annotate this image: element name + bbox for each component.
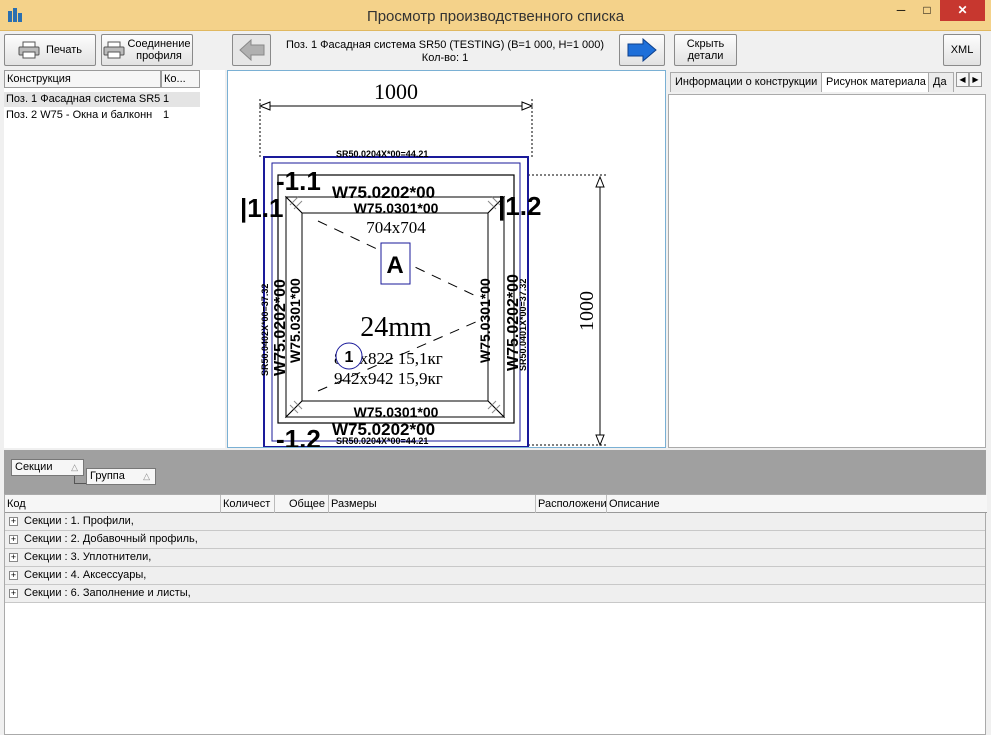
join-profile-label: Соединение профиля xyxy=(127,38,190,62)
expand-icon[interactable]: + xyxy=(9,571,18,580)
construction-name: Поз. 2 W75 - Окна и балконн xyxy=(6,109,153,121)
position-info: Поз. 1 Фасадная система SR50 (TESTING) (… xyxy=(278,39,612,65)
table-row[interactable]: + Секции : 3. Уплотнители, xyxy=(5,549,985,567)
window-drawing: 1000 1000 SR50.0204X*00=44.21 W75.0202*0… xyxy=(240,79,606,448)
list-item[interactable]: Поз. 1 Фасадная система SR5 1 xyxy=(4,92,200,107)
group-connector xyxy=(74,476,86,484)
column-construction[interactable]: Конструкция xyxy=(4,70,161,88)
list-item[interactable]: Поз. 2 W75 - Окна и балконн 1 xyxy=(4,108,200,123)
minimize-button[interactable]: ─ xyxy=(888,0,914,21)
width-dimension: 1000 xyxy=(374,79,418,104)
tab-construction-info[interactable]: Информации о конструкции xyxy=(670,72,822,92)
side-panel-content xyxy=(668,94,986,448)
top-outer-frame-code: SR50.0204X*00=44.21 xyxy=(336,149,428,159)
table-row[interactable]: + Секции : 6. Заполнение и листы, xyxy=(5,585,985,603)
label-top: -1.1 xyxy=(276,166,321,196)
construction-qty: 1 xyxy=(163,109,170,121)
column-quantity[interactable]: Количест xyxy=(221,495,275,513)
window-title: Просмотр производственного списка xyxy=(366,8,625,25)
bottom-outer-frame-code: SR50.0204X*00=44.21 xyxy=(336,436,428,446)
construction-name: Поз. 1 Фасадная система SR5 xyxy=(6,93,160,105)
table-row[interactable]: + Секции : 2. Добавочный профиль, xyxy=(5,531,985,549)
xml-button[interactable]: XML xyxy=(943,34,981,66)
join-profile-label-line1: Соединение xyxy=(127,38,191,50)
group-row-label: Секции : 4. Аксессуары, xyxy=(24,569,147,581)
column-description[interactable]: Описание xyxy=(607,495,985,513)
bottom-sash-code: W75.0301*00 xyxy=(354,404,439,420)
opening-type: A xyxy=(386,252,403,279)
group-chip-sections[interactable]: Секции △ xyxy=(11,459,84,476)
print-button[interactable]: Печать xyxy=(4,34,96,66)
arrow-left-icon xyxy=(238,39,264,61)
column-quantity[interactable]: Ко... xyxy=(161,70,200,88)
printer-icon xyxy=(103,41,125,59)
previous-position-button[interactable] xyxy=(232,34,271,66)
construction-qty: 1 xyxy=(163,93,170,105)
table-row[interactable]: + Секции : 1. Профили, xyxy=(5,513,985,531)
glass-thickness: 24mm xyxy=(360,312,432,343)
expand-icon[interactable]: + xyxy=(9,589,18,598)
group-row-label: Секции : 1. Профили, xyxy=(24,515,134,527)
label-right: |1.2 xyxy=(498,191,541,221)
left-sash-code: W75.0301*00 xyxy=(287,278,303,363)
next-position-button[interactable] xyxy=(619,34,665,66)
top-sash-code: W75.0301*00 xyxy=(354,200,439,216)
arrow-right-icon xyxy=(627,38,657,62)
tab-scroll-left-icon[interactable]: ◀ xyxy=(956,72,969,87)
column-location[interactable]: Расположени xyxy=(536,495,607,513)
details-grid: Код Количест Общее Размеры Расположени О… xyxy=(4,494,987,735)
hide-details-label: Скрыть детали xyxy=(687,38,725,62)
table-row[interactable]: + Секции : 4. Аксессуары, xyxy=(5,567,985,585)
tab-scroll-right-icon[interactable]: ▶ xyxy=(969,72,982,87)
hide-details-button[interactable]: Скрыть детали xyxy=(674,34,737,66)
details-grid-header: Код Количест Общее Размеры Расположени О… xyxy=(5,495,987,513)
group-chip-label: Секции xyxy=(15,461,53,473)
print-label: Печать xyxy=(45,44,83,56)
label-bottom: -1.2 xyxy=(276,424,321,448)
group-row-label: Секции : 3. Уплотнители, xyxy=(24,551,152,563)
title-bar: Просмотр производственного списка ─ □ ✕ xyxy=(0,0,991,31)
right-sash-code: W75.0301*00 xyxy=(477,278,493,363)
hide-details-label-line2: детали xyxy=(687,50,724,62)
group-row-label: Секции : 6. Заполнение и листы, xyxy=(24,587,191,599)
sort-asc-icon: △ xyxy=(71,462,78,472)
hide-details-label-line1: Скрыть xyxy=(686,38,725,50)
group-chip-group[interactable]: Группа △ xyxy=(86,468,156,485)
side-panel: Информации о конструкции Рисунок материа… xyxy=(668,70,986,448)
join-profile-button[interactable]: Соединение профиля xyxy=(101,34,193,66)
expand-icon[interactable]: + xyxy=(9,517,18,526)
label-left: |1.1 xyxy=(240,193,283,223)
construction-list: Конструкция Ко... Поз. 1 Фасадная систем… xyxy=(4,70,225,448)
construction-list-header: Конструкция Ко... xyxy=(4,70,225,88)
group-chip-label: Группа xyxy=(90,470,125,482)
expand-icon[interactable]: + xyxy=(9,535,18,544)
column-total[interactable]: Общее xyxy=(275,495,329,513)
left-outer-frame-code: SR50.0402X*00=37.32 xyxy=(260,284,270,376)
tab-data[interactable]: Да xyxy=(928,72,954,92)
height-dimension: 1000 xyxy=(576,291,598,331)
tab-material-drawing[interactable]: Рисунок материала xyxy=(821,72,929,92)
glass-line-2: 942x942 15,9кг xyxy=(334,369,443,388)
close-button[interactable]: ✕ xyxy=(940,0,985,21)
position-line: Поз. 1 Фасадная система SR50 (TESTING) (… xyxy=(285,39,605,51)
sort-asc-icon: △ xyxy=(143,471,150,481)
quantity-line: Кол-во: 1 xyxy=(421,52,469,64)
toolbar: Печать Соединение профиля Поз. 1 Фасадна… xyxy=(0,31,991,70)
column-sizes[interactable]: Размеры xyxy=(329,495,536,513)
construction-drawing[interactable]: 1000 1000 SR50.0204X*00=44.21 W75.0202*0… xyxy=(227,70,666,448)
expand-icon[interactable]: + xyxy=(9,553,18,562)
glass-number: 1 xyxy=(345,349,354,366)
side-tabs: Информации о конструкции Рисунок материа… xyxy=(668,70,986,94)
maximize-button[interactable]: □ xyxy=(914,0,940,21)
printer-icon xyxy=(18,41,40,59)
join-profile-label-line2: профиля xyxy=(136,50,182,62)
opening-size: 704x704 xyxy=(366,218,426,237)
group-row-label: Секции : 2. Добавочный профиль, xyxy=(24,533,198,545)
group-by-panel: Секции △ Группа △ xyxy=(4,450,986,494)
right-outer-frame-code: SR50.0401X*00=37.32 xyxy=(518,279,528,371)
column-code[interactable]: Код xyxy=(5,495,221,513)
